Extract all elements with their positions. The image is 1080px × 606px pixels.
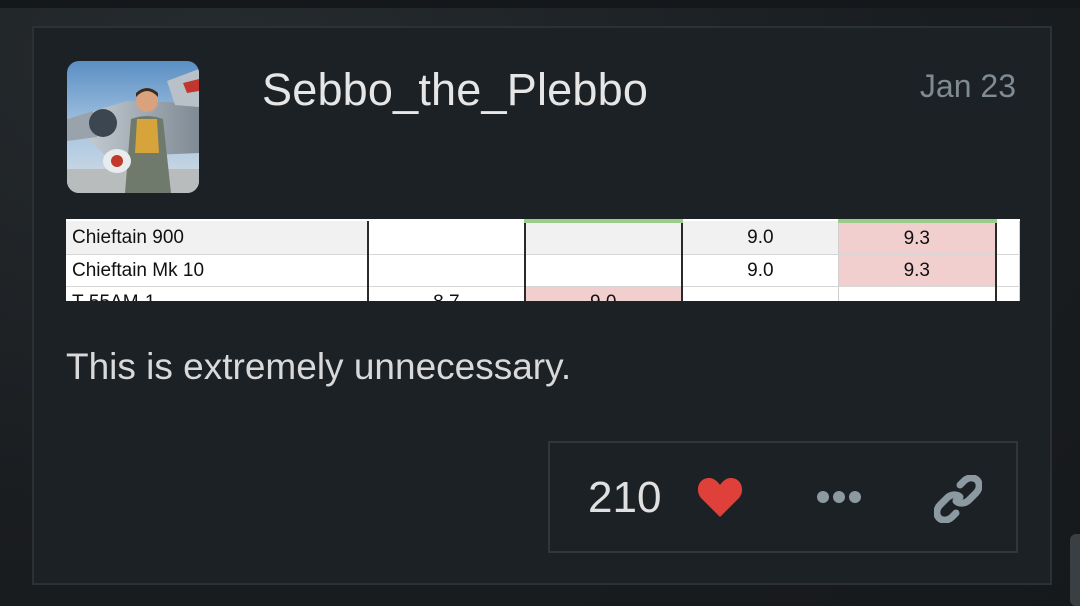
table-cell: 9.0 — [681, 221, 840, 255]
table-cell — [367, 254, 526, 287]
avatar[interactable] — [67, 61, 199, 193]
vehicle-name: Chieftain 900 — [66, 221, 369, 255]
vehicle-name: Chieftain Mk 10 — [66, 254, 369, 287]
scrollbar-handle[interactable] — [1070, 534, 1080, 606]
ellipsis-icon — [817, 491, 861, 503]
more-options-button[interactable] — [816, 487, 862, 507]
vehicle-name: T-55AM-1 — [66, 286, 369, 301]
like-count[interactable]: 210 — [588, 473, 661, 523]
post-date[interactable]: Jan 23 — [920, 68, 1016, 105]
avatar-image — [67, 61, 199, 193]
table-cell — [681, 286, 840, 301]
table-cell — [995, 221, 1020, 255]
table-cell: 9.0 — [681, 254, 840, 287]
table-cell — [524, 219, 683, 255]
table-row: Chieftain 900 9.0 9.3 — [66, 219, 1020, 255]
table-cell: 8.7 — [367, 286, 526, 301]
table-cell — [367, 221, 526, 255]
table-row: Chieftain Mk 10 9.0 9.3 — [66, 254, 1020, 287]
forum-post: Sebbo_the_Plebbo Jan 23 Chieftain 900 9.… — [32, 26, 1052, 585]
table-cell: 9.0 — [524, 286, 683, 301]
username[interactable]: Sebbo_the_Plebbo — [262, 64, 648, 116]
table-cell — [524, 254, 683, 287]
like-button[interactable] — [696, 475, 744, 519]
embedded-spreadsheet-image: Chieftain 900 9.0 9.3 Chieftain Mk 10 9.… — [66, 219, 1020, 301]
post-body-text: This is extremely unnecessary. — [66, 346, 572, 387]
table-row: T-55AM-1 8.7 9.0 — [66, 286, 1020, 301]
top-strip — [0, 0, 1080, 8]
table-cell — [995, 286, 1020, 301]
table-cell: 9.3 — [838, 219, 997, 255]
table-cell — [995, 254, 1020, 287]
table-cell — [838, 286, 997, 301]
heart-icon — [697, 477, 743, 517]
br-table: Chieftain 900 9.0 9.3 Chieftain Mk 10 9.… — [66, 219, 1020, 301]
share-link-button[interactable] — [933, 474, 983, 524]
link-icon — [933, 474, 983, 524]
table-cell: 9.3 — [838, 254, 997, 287]
post-actions-bar: 210 — [548, 441, 1018, 553]
